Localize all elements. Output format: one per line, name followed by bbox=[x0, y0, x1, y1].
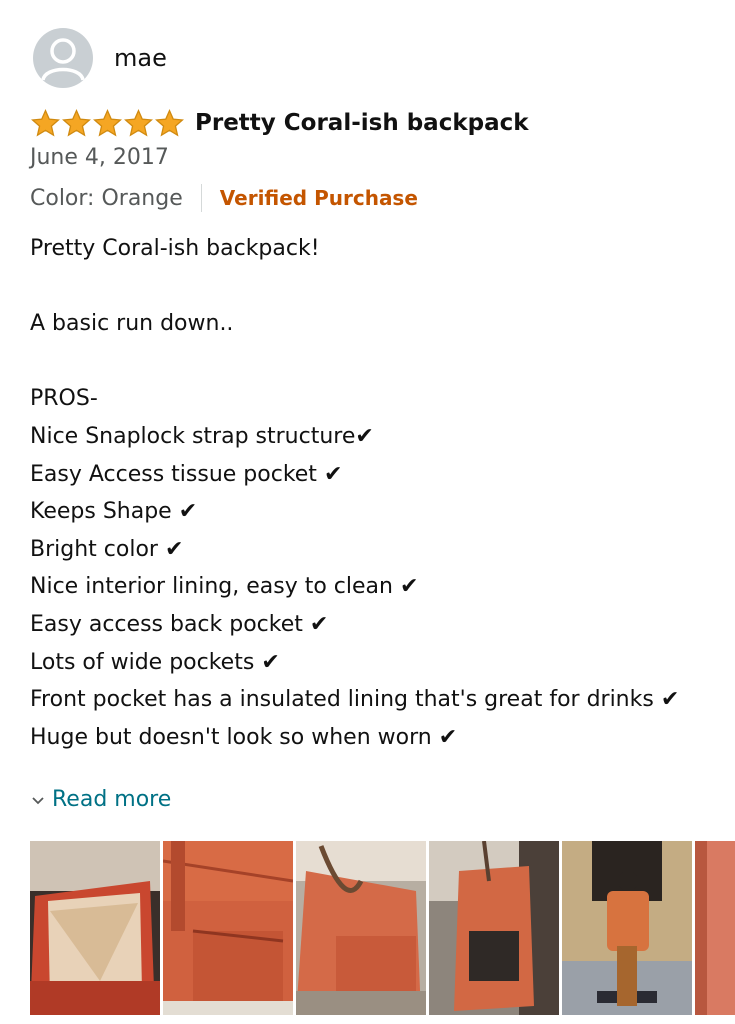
review-body-text: Easy Access tissue pocket bbox=[30, 461, 324, 487]
review-photo-6[interactable] bbox=[695, 841, 735, 1015]
review-body-text: Pretty Coral-ish backpack! bbox=[30, 236, 320, 261]
checkmark-icon: ✔ bbox=[178, 499, 198, 525]
review-header: Pretty Coral-ish backpack bbox=[30, 106, 529, 140]
review-body-text: Bright color bbox=[30, 536, 165, 562]
review-photos bbox=[30, 841, 735, 1015]
review-body-text: Nice Snaplock strap structure bbox=[30, 423, 356, 449]
review-body-text: Keeps Shape bbox=[30, 499, 179, 525]
review-body-line: Huge but doesn't look so when worn ✔ bbox=[30, 719, 730, 757]
review-body-line: Easy access back pocket ✔ bbox=[30, 606, 730, 644]
review-body-text: Huge but doesn't look so when worn bbox=[30, 724, 439, 750]
review-body-line: Bright color ✔ bbox=[30, 531, 730, 569]
review-photo-4[interactable] bbox=[429, 841, 559, 1015]
star-rating[interactable] bbox=[30, 108, 185, 139]
color-variant: Color: Orange bbox=[30, 185, 183, 211]
review-body-line: Easy Access tissue pocket ✔ bbox=[30, 456, 730, 494]
checkmark-icon: ✔ bbox=[164, 536, 184, 562]
review-body-line: Keeps Shape ✔ bbox=[30, 493, 730, 531]
user-silhouette-icon bbox=[41, 38, 85, 81]
star-icon bbox=[155, 108, 184, 136]
checkmark-icon: ✔ bbox=[309, 611, 329, 637]
checkmark-icon: ✔ bbox=[399, 574, 419, 600]
checkmark-icon: ✔ bbox=[355, 423, 374, 449]
read-more-link[interactable]: Read more bbox=[30, 787, 171, 812]
review-photo-5[interactable] bbox=[562, 841, 692, 1015]
review-body-text: A basic run down.. bbox=[30, 311, 234, 337]
review-photo-1[interactable] bbox=[30, 841, 160, 1015]
review-body-line: Nice interior lining, easy to clean ✔ bbox=[30, 568, 730, 606]
review-body-text: Easy access back pocket bbox=[30, 611, 310, 637]
review-body: Pretty Coral-ish backpack! A basic run do… bbox=[30, 230, 730, 756]
review-body-line: Nice Snaplock strap structure✔ bbox=[30, 418, 730, 456]
star-icon bbox=[62, 108, 91, 136]
avatar[interactable] bbox=[33, 28, 93, 88]
reviewer-profile[interactable]: mae bbox=[33, 28, 167, 88]
read-more-label: Read more bbox=[52, 787, 172, 812]
checkmark-icon: ✔ bbox=[438, 724, 458, 750]
review-date: June 4, 2017 bbox=[30, 145, 169, 170]
review-body-text: Nice interior lining, easy to clean bbox=[30, 574, 400, 600]
review-body-text: Front pocket has a insulated lining that… bbox=[30, 687, 661, 713]
reviewer-name[interactable]: mae bbox=[114, 44, 167, 72]
review-photo-2[interactable] bbox=[163, 841, 293, 1015]
star-icon bbox=[124, 108, 153, 136]
review-meta: Color: Orange Verified Purchase bbox=[30, 182, 418, 214]
review-body-line: Pretty Coral-ish backpack! bbox=[30, 230, 730, 268]
review-body-line bbox=[30, 343, 730, 381]
divider bbox=[200, 184, 202, 212]
verified-purchase-badge: Verified Purchase bbox=[219, 186, 418, 210]
review-body-line bbox=[30, 268, 730, 306]
review-photo-3[interactable] bbox=[296, 841, 426, 1015]
star-icon bbox=[31, 108, 60, 136]
review-title[interactable]: Pretty Coral-ish backpack bbox=[195, 110, 529, 136]
checkmark-icon: ✔ bbox=[261, 649, 280, 675]
review-body-line: PROS- bbox=[30, 380, 730, 418]
review-body-line: Front pocket has a insulated lining that… bbox=[30, 681, 730, 719]
chevron-down-icon bbox=[32, 796, 44, 804]
checkmark-icon: ✔ bbox=[660, 687, 680, 713]
customer-review: mae Pretty Coral-ish backpack June 4, 20… bbox=[0, 0, 735, 1024]
checkmark-icon: ✔ bbox=[323, 461, 343, 487]
review-body-line: A basic run down.. bbox=[30, 305, 730, 343]
review-body-text: PROS- bbox=[30, 386, 98, 412]
review-body-line: Lots of wide pockets ✔ bbox=[30, 644, 730, 682]
review-body-text: Lots of wide pockets bbox=[30, 649, 262, 675]
star-icon bbox=[93, 108, 122, 136]
